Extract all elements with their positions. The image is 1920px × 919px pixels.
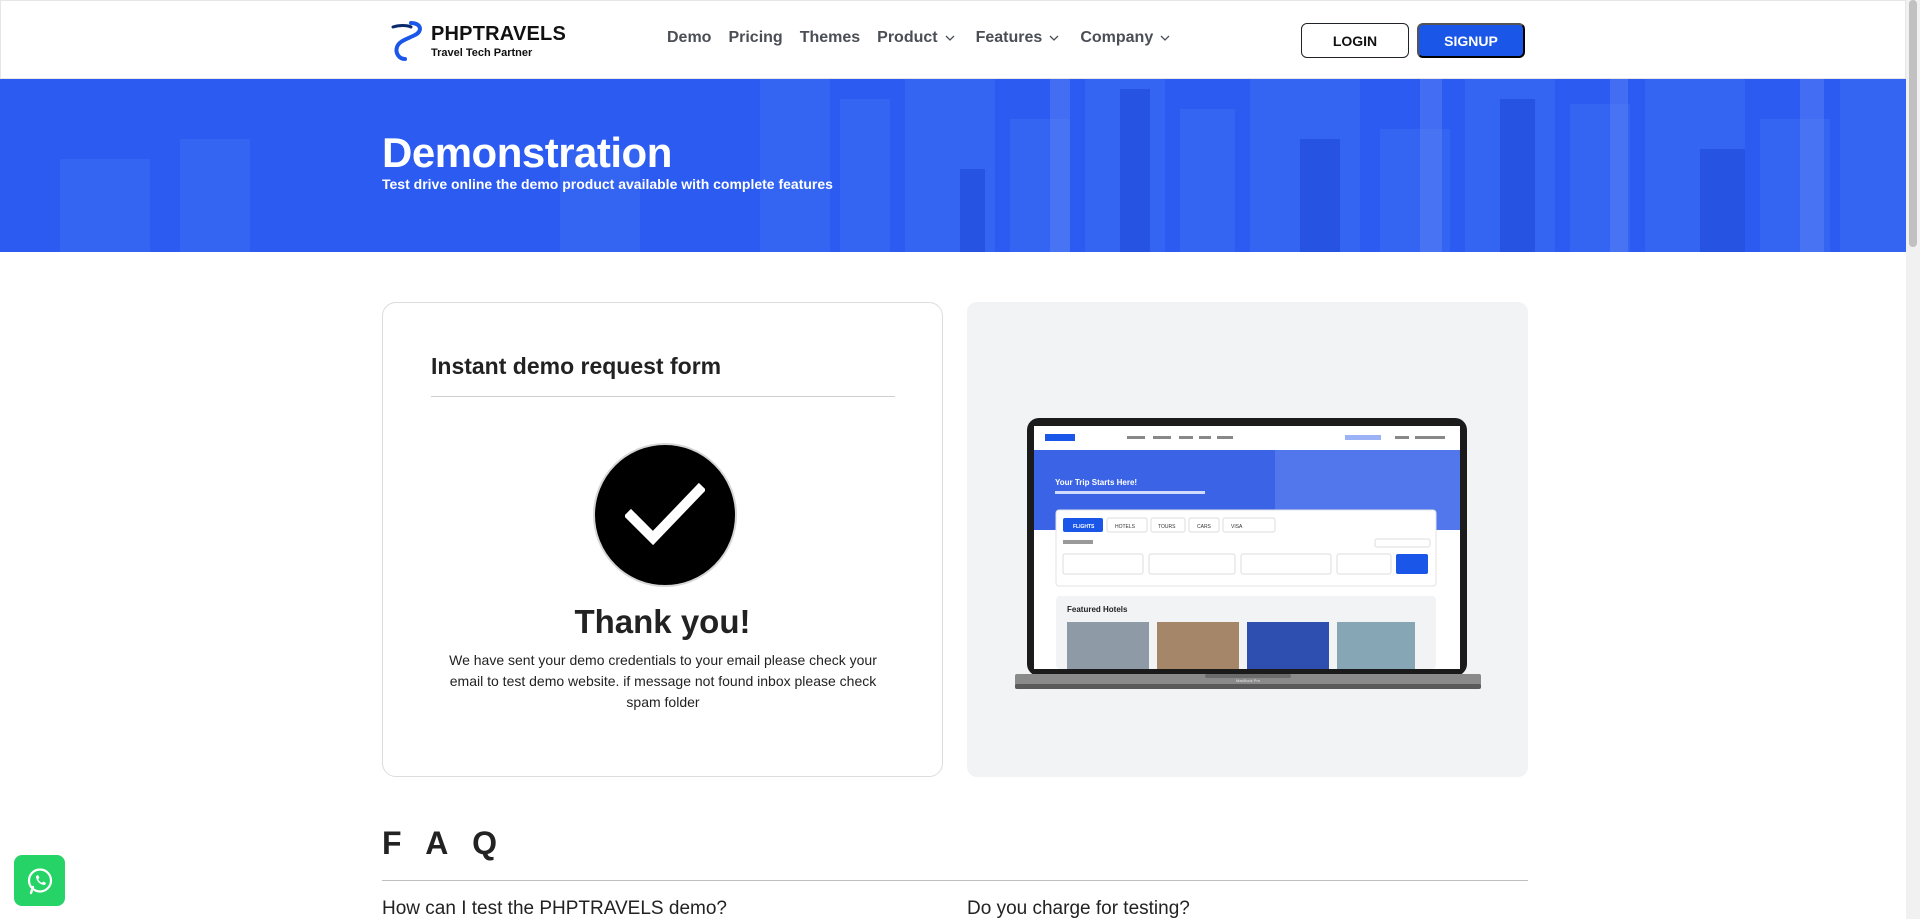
thank-you-message: We have sent your demo credentials to yo… xyxy=(449,652,877,710)
faq-question[interactable]: How can I test the PHPTRAVELS demo? xyxy=(382,898,727,919)
page-title: Demonstration xyxy=(382,129,672,176)
page-scrollbar[interactable] xyxy=(1906,0,1920,919)
nav-item-company[interactable]: Company xyxy=(1080,29,1171,47)
demo-request-card: Instant demo request form Thank you! We … xyxy=(382,302,943,777)
form-title: Instant demo request form xyxy=(431,353,722,379)
nav-item-product[interactable]: Product xyxy=(877,29,955,47)
hero-banner: Demonstration Test drive online the demo… xyxy=(0,79,1906,252)
mini-tab-visa: VISA xyxy=(1231,524,1243,530)
thank-you-heading: Thank you! xyxy=(574,603,751,640)
site-header: PHPTRAVELS Travel Tech Partner Demo Pric… xyxy=(0,0,1906,79)
mini-featured-label: Featured Hotels xyxy=(1067,605,1128,614)
laptop-mockup-image: Your Trip Starts Here! FLIGHTS HOTELS TO… xyxy=(1015,418,1481,689)
nav-item-demo[interactable]: Demo xyxy=(667,29,711,47)
demo-preview-panel: Your Trip Starts Here! FLIGHTS HOTELS TO… xyxy=(967,302,1528,777)
nav-label: Demo xyxy=(667,29,712,46)
logo-tagline: Travel Tech Partner xyxy=(431,46,533,59)
chevron-down-icon xyxy=(945,35,955,41)
hero-background-graphic xyxy=(0,79,1906,252)
nav-label: Pricing xyxy=(728,29,783,46)
chevron-down-icon xyxy=(1160,35,1170,41)
whatsapp-icon xyxy=(27,867,52,894)
nav-item-themes[interactable]: Themes xyxy=(800,29,860,47)
nav-label: Features xyxy=(975,29,1043,46)
faq-divider xyxy=(382,880,1528,881)
mini-tab-flights: FLIGHTS xyxy=(1073,524,1095,530)
faq-title: F A Q xyxy=(382,825,505,861)
login-button[interactable]: LOGIN xyxy=(1301,23,1409,58)
mini-tab-hotels: HOTELS xyxy=(1115,524,1136,530)
nav-label: Company xyxy=(1080,29,1154,46)
logo-link[interactable]: PHPTRAVELS Travel Tech Partner xyxy=(389,21,566,61)
check-icon xyxy=(625,482,705,546)
nav-item-features[interactable]: Features xyxy=(976,29,1061,47)
nav-label: Product xyxy=(877,29,938,46)
mini-tab-tours: TOURS xyxy=(1158,524,1176,530)
mini-tab-cars: CARS xyxy=(1197,524,1212,530)
scrollbar-thumb[interactable] xyxy=(1909,0,1917,247)
mini-hero-title: Your Trip Starts Here! xyxy=(1055,478,1137,487)
main-nav: Demo Pricing Themes Product Features Com… xyxy=(667,29,1191,47)
whatsapp-button[interactable] xyxy=(14,855,65,906)
logo-text: PHPTRAVELS Travel Tech Partner xyxy=(431,24,566,59)
success-badge xyxy=(593,443,737,587)
chevron-down-icon xyxy=(1049,35,1059,41)
device-label: MacBook Pro xyxy=(1236,678,1261,683)
signup-button[interactable]: SIGNUP xyxy=(1417,23,1525,58)
divider xyxy=(431,396,895,397)
nav-label: Themes xyxy=(799,29,861,46)
logo-name: PHPTRAVELS xyxy=(431,22,566,45)
phptravels-logo-icon xyxy=(391,21,422,61)
page-subtitle: Test drive online the demo product avail… xyxy=(382,176,833,192)
nav-item-pricing[interactable]: Pricing xyxy=(728,29,782,47)
faq-question[interactable]: Do you charge for testing? xyxy=(967,898,1190,919)
